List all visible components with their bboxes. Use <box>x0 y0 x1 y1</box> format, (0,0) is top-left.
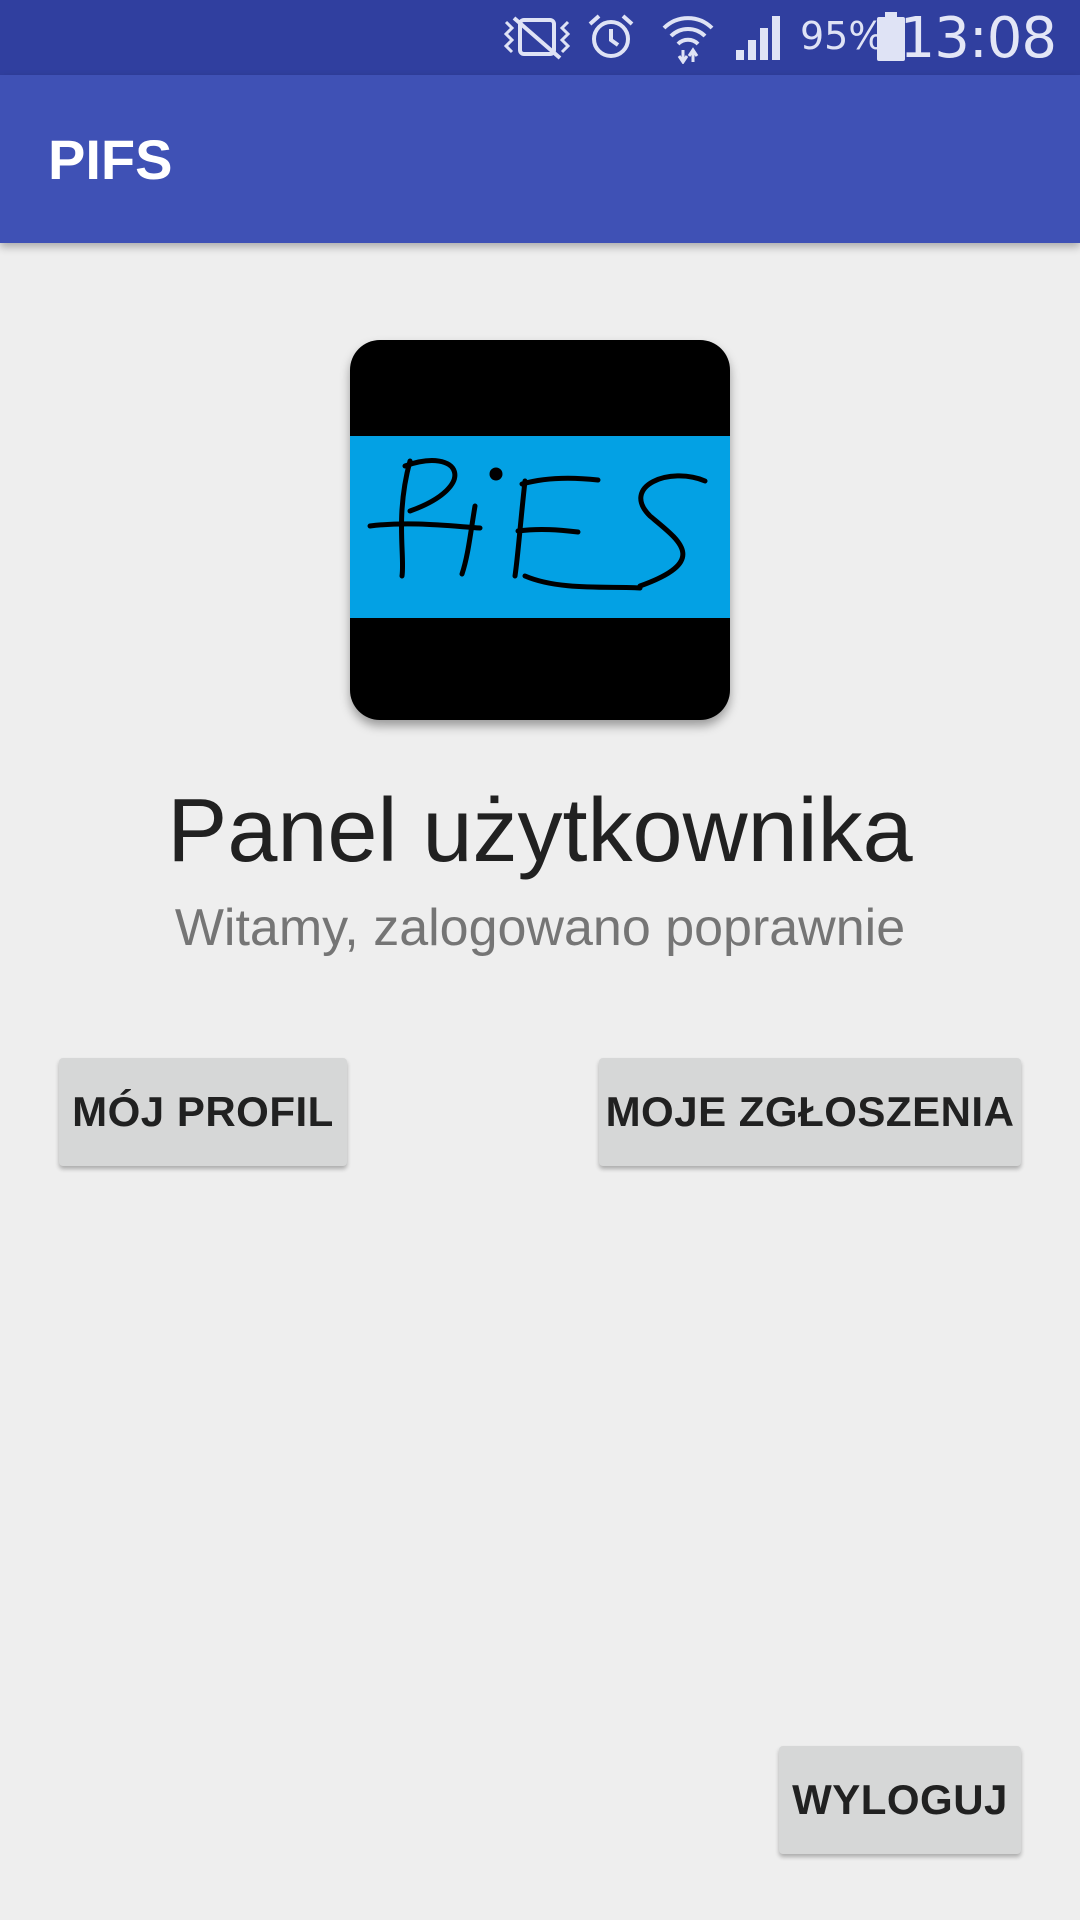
app-title: PIFS <box>48 128 173 191</box>
logout-button[interactable]: WYLOGUJ <box>779 1746 1021 1854</box>
status-bar: 95% 13:08 <box>0 0 1080 75</box>
my-profile-button[interactable]: MÓJ PROFIL <box>59 1058 347 1166</box>
vibrate-mute-icon <box>500 12 574 67</box>
status-time: 13:08 <box>899 6 1057 71</box>
app-bar: PIFS <box>0 75 1080 243</box>
app-logo <box>350 340 730 720</box>
wifi-icon <box>660 8 716 69</box>
signal-icon <box>734 12 786 67</box>
my-reports-button[interactable]: MOJE ZGŁOSZENIA <box>599 1058 1021 1166</box>
logo-handwriting <box>367 458 708 591</box>
battery-percent: 95% <box>800 14 885 58</box>
alarm-icon <box>586 12 636 67</box>
panel-subtitle: Witamy, zalogowano poprawnie <box>174 899 906 957</box>
logo-band <box>350 436 730 618</box>
panel-title: Panel użytkownika <box>167 781 913 881</box>
